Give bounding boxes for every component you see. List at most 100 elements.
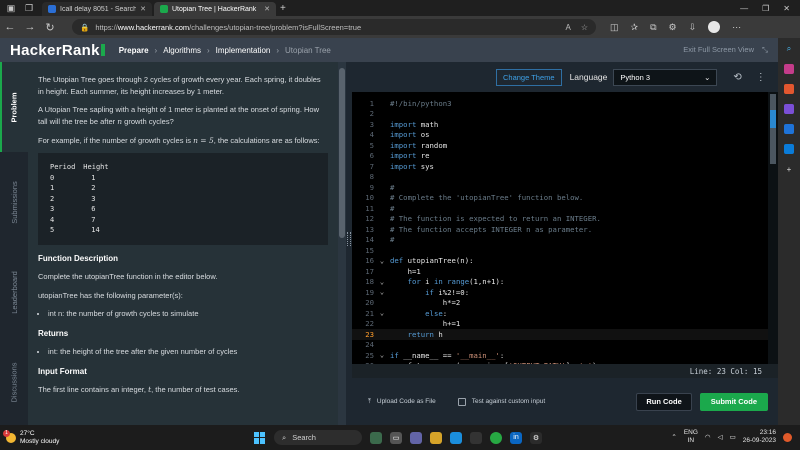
forward-icon[interactable]: → bbox=[20, 21, 40, 33]
fold-chevron-icon[interactable]: ⌄ bbox=[374, 309, 390, 317]
favorite-star-icon[interactable]: ☆ bbox=[581, 23, 588, 32]
code-line[interactable]: 11 # bbox=[352, 203, 768, 214]
downloads-icon[interactable]: ⇩ bbox=[689, 22, 697, 33]
code-line[interactable]: 10 # Complete the 'utopianTree' function … bbox=[352, 193, 768, 204]
collapse-icon[interactable]: ⤡ bbox=[762, 45, 768, 55]
fold-chevron-icon[interactable]: ⌄ bbox=[374, 257, 390, 265]
volume-icon[interactable]: ◁ bbox=[718, 433, 723, 441]
taskbar-search[interactable]: ⌕ Search bbox=[274, 430, 362, 445]
code-line[interactable]: 1 #!/bin/python3 bbox=[352, 98, 768, 109]
new-tab-icon[interactable]: + bbox=[280, 3, 286, 14]
change-theme-button[interactable]: Change Theme bbox=[496, 68, 562, 86]
code-line[interactable]: 20 h*=2 bbox=[352, 298, 768, 309]
fold-chevron-icon[interactable]: ⌄ bbox=[374, 278, 390, 286]
maximize-icon[interactable]: ❐ bbox=[762, 4, 769, 13]
sidebar-shopping-icon[interactable] bbox=[784, 64, 794, 74]
run-code-button[interactable]: Run Code bbox=[636, 392, 692, 411]
sidebar-tools-icon[interactable] bbox=[784, 84, 794, 94]
code-line[interactable]: 5 import random bbox=[352, 140, 768, 151]
code-line[interactable]: 15 bbox=[352, 245, 768, 256]
battery-icon[interactable]: ▭ bbox=[730, 433, 736, 441]
code-line[interactable]: 2 bbox=[352, 109, 768, 120]
task-view-icon[interactable]: ▭ bbox=[390, 431, 402, 444]
close-tab-icon[interactable]: ✕ bbox=[264, 5, 270, 13]
code-line[interactable]: 24 bbox=[352, 340, 768, 351]
close-window-icon[interactable]: ✕ bbox=[783, 4, 790, 13]
edge-app-icon[interactable] bbox=[450, 431, 462, 444]
read-aloud-icon[interactable]: A bbox=[565, 23, 570, 32]
sidebar-add-icon[interactable]: + bbox=[784, 164, 794, 174]
extensions-icon[interactable]: ⚙ bbox=[669, 22, 677, 33]
reset-code-icon[interactable]: ⟲ bbox=[733, 72, 741, 83]
code-line[interactable]: 25 ⌄ if __name__ == '__main__': bbox=[352, 350, 768, 361]
tab-actions-icon[interactable]: ❐ bbox=[22, 1, 36, 15]
collections-icon[interactable]: ⧉ bbox=[650, 22, 656, 33]
code-line[interactable]: 3 import math bbox=[352, 119, 768, 130]
profile-avatar[interactable] bbox=[708, 21, 721, 33]
code-line[interactable]: 21 ⌄ else: bbox=[352, 308, 768, 319]
notification-icon[interactable] bbox=[783, 432, 792, 442]
chevron-up-icon[interactable]: ⌃ bbox=[671, 433, 676, 441]
code-line[interactable]: 7 import sys bbox=[352, 161, 768, 172]
sidebar-games-icon[interactable] bbox=[784, 104, 794, 114]
close-tab-icon[interactable]: ✕ bbox=[140, 5, 146, 13]
tab-discussions[interactable]: Discussions bbox=[0, 342, 28, 422]
code-line[interactable]: 4 import os bbox=[352, 130, 768, 141]
upload-code-button[interactable]: ⤒ Upload Code as File bbox=[368, 398, 436, 406]
favorites-icon[interactable]: ✰ bbox=[631, 22, 639, 33]
code-line[interactable]: 19 ⌄ if i%2!=0: bbox=[352, 287, 768, 298]
editor-settings-icon[interactable]: ⋮ bbox=[756, 72, 766, 83]
submit-code-button[interactable]: Submit Code bbox=[699, 392, 768, 411]
exit-fullscreen-link[interactable]: Exit Full Screen View bbox=[683, 45, 754, 55]
custom-input-checkbox[interactable]: Test against custom input bbox=[457, 397, 545, 406]
minimize-icon[interactable]: — bbox=[740, 4, 748, 13]
tab-problem[interactable]: Problem bbox=[0, 62, 28, 152]
language-select[interactable]: Python 3 ⌄ bbox=[613, 68, 718, 86]
code-line[interactable]: 17 h=1 bbox=[352, 266, 768, 277]
widgets-app-icon[interactable] bbox=[370, 431, 382, 444]
language-indicator[interactable]: ENG IN bbox=[684, 429, 698, 446]
code-line[interactable]: 16 ⌄ def utopianTree(n): bbox=[352, 256, 768, 267]
code-area[interactable]: 1 #!/bin/python3 2 3 import math 4 import os 5 i… bbox=[352, 92, 768, 364]
code-line[interactable]: 14 # bbox=[352, 235, 768, 246]
tab-leaderboard[interactable]: Leaderboard bbox=[0, 252, 28, 332]
linkedin-app-icon[interactable]: in bbox=[510, 431, 522, 444]
store-app-icon[interactable] bbox=[470, 431, 482, 444]
start-windows-icon[interactable] bbox=[254, 431, 266, 444]
fold-chevron-icon[interactable]: ⌄ bbox=[374, 351, 390, 359]
tab-search[interactable]: Icall delay 8051 - Search ✕ bbox=[42, 2, 152, 16]
more-options-icon[interactable]: ⋯ bbox=[732, 22, 741, 33]
sidebar-search-icon[interactable]: ⌕ bbox=[784, 44, 794, 54]
weather-widget[interactable]: 27°CMostly cloudy bbox=[3, 429, 59, 446]
teams-app-icon[interactable] bbox=[410, 431, 422, 444]
whatsapp-app-icon[interactable] bbox=[490, 431, 502, 444]
workspaces-icon[interactable]: ▣ bbox=[4, 1, 18, 15]
breadcrumb-prepare[interactable]: Prepare bbox=[119, 46, 149, 55]
sidebar-office-icon[interactable] bbox=[784, 124, 794, 134]
code-line[interactable]: 22 h+=1 bbox=[352, 319, 768, 330]
breadcrumb-implementation[interactable]: Implementation bbox=[216, 46, 271, 55]
code-line[interactable]: 12 # The function is expected to return a… bbox=[352, 214, 768, 225]
code-line[interactable]: 23 return h bbox=[352, 329, 768, 340]
split-screen-icon[interactable]: ◫ bbox=[610, 22, 619, 33]
url-field[interactable]: 🔒 https://www.hackerrank.com/challenges/… bbox=[72, 19, 596, 35]
code-line[interactable]: 6 import re bbox=[352, 151, 768, 162]
tab-submissions[interactable]: Submissions bbox=[0, 162, 28, 242]
code-line[interactable]: 9 # bbox=[352, 182, 768, 193]
breadcrumb-algorithms[interactable]: Algorithms bbox=[163, 46, 201, 55]
fold-chevron-icon[interactable]: ⌄ bbox=[374, 288, 390, 296]
code-line[interactable]: 8 bbox=[352, 172, 768, 183]
sidebar-outlook-icon[interactable] bbox=[784, 144, 794, 154]
settings-app-icon[interactable]: ⚙ bbox=[530, 431, 542, 444]
tab-hackerrank[interactable]: Utopian Tree | HackerRank ✕ bbox=[154, 2, 276, 16]
code-scrollbar[interactable] bbox=[768, 92, 778, 364]
file-explorer-icon[interactable] bbox=[430, 431, 442, 444]
code-line[interactable]: 13 # The function accepts INTEGER n as pa… bbox=[352, 224, 768, 235]
back-icon[interactable]: ← bbox=[0, 21, 20, 33]
hackerrank-logo[interactable]: HackerRank bbox=[10, 42, 105, 59]
wifi-icon[interactable]: ◠ bbox=[705, 433, 711, 441]
problem-scrollbar[interactable] bbox=[338, 62, 346, 425]
code-line[interactable]: 18 ⌄ for i in range(1,n+1): bbox=[352, 277, 768, 288]
refresh-icon[interactable]: ↻ bbox=[40, 21, 60, 34]
clock[interactable]: 23:16 26-09-2023 bbox=[743, 429, 776, 446]
